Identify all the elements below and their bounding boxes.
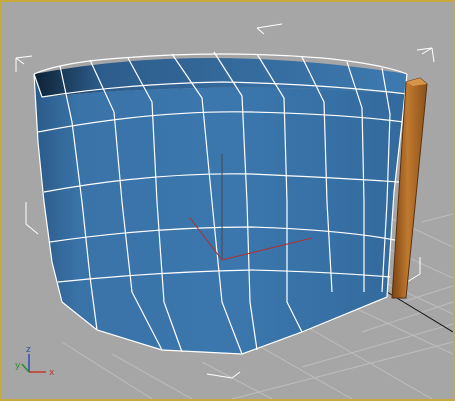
scene-canvas[interactable]: x z y bbox=[2, 2, 453, 399]
y-axis-label: y bbox=[15, 361, 21, 371]
perspective-viewport[interactable]: x z y bbox=[0, 0, 455, 401]
x-axis-label: x bbox=[49, 368, 55, 378]
y-axis-line bbox=[21, 363, 30, 373]
z-axis-label: z bbox=[26, 345, 31, 355]
view-axis-tripod: x z y bbox=[15, 345, 55, 378]
